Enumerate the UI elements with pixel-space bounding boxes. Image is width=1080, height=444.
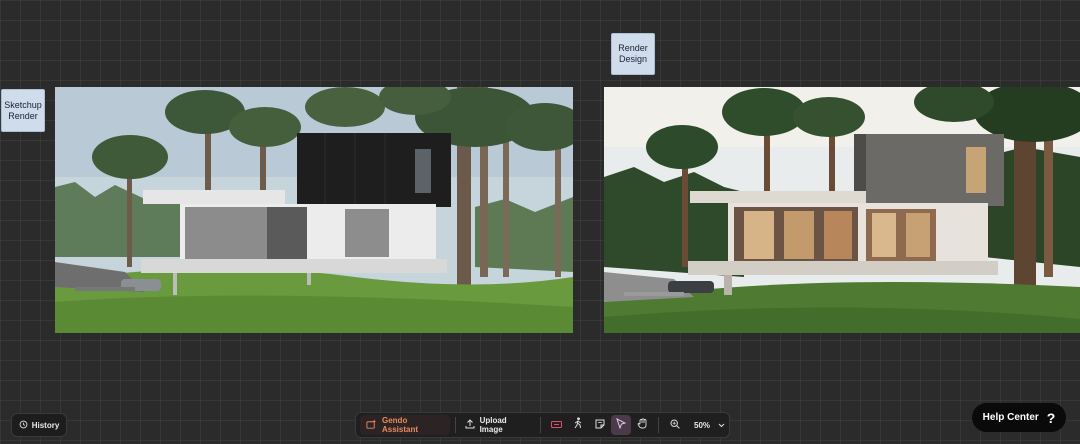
person-tool[interactable] bbox=[568, 415, 588, 435]
toolbar-divider bbox=[539, 417, 541, 433]
rectangle-icon bbox=[550, 416, 562, 434]
sketchup-render-label: Sketchup Render bbox=[1, 89, 45, 132]
history-label: History bbox=[31, 420, 60, 430]
upload-icon bbox=[465, 419, 475, 431]
sticky-note-icon bbox=[595, 416, 605, 434]
pointer-icon bbox=[616, 416, 627, 434]
help-center-button[interactable]: Help Center ? bbox=[972, 403, 1066, 432]
upload-label: Upload Image bbox=[479, 416, 507, 434]
assistant-label: Gendo Assistant bbox=[382, 416, 419, 434]
upload-image-button[interactable]: Upload Image bbox=[461, 415, 535, 435]
zoom-button[interactable] bbox=[665, 415, 685, 435]
toolbar-divider bbox=[454, 417, 456, 433]
toolbar-divider bbox=[658, 417, 660, 433]
bottom-toolbar: Gendo Assistant Upload Image 50% bbox=[355, 412, 730, 438]
select-tool[interactable] bbox=[611, 415, 631, 435]
pan-tool[interactable] bbox=[633, 415, 653, 435]
question-mark-icon: ? bbox=[1046, 409, 1056, 426]
label-line-1: Render bbox=[618, 43, 648, 53]
render-design-label: Render Design bbox=[611, 33, 655, 75]
help-center-label: Help Center bbox=[982, 412, 1039, 423]
gendo-assistant-button[interactable]: Gendo Assistant bbox=[360, 415, 450, 435]
history-icon bbox=[19, 420, 28, 431]
sparkle-chat-icon bbox=[366, 418, 377, 432]
chevron-down-icon[interactable] bbox=[718, 423, 725, 428]
hand-icon bbox=[637, 416, 648, 434]
render-design-image[interactable] bbox=[604, 87, 1080, 333]
zoom-icon bbox=[670, 416, 680, 434]
person-icon bbox=[573, 416, 583, 434]
label-line-1: Sketchup bbox=[4, 99, 42, 110]
history-button[interactable]: History bbox=[11, 413, 67, 437]
sketchup-render-image[interactable] bbox=[55, 87, 573, 333]
note-tool[interactable] bbox=[590, 415, 610, 435]
label-line-2: Design bbox=[618, 54, 647, 64]
label-line-2: Render bbox=[8, 110, 38, 121]
zoom-level[interactable]: 50% bbox=[694, 421, 710, 430]
rectangle-tool[interactable] bbox=[547, 415, 567, 435]
